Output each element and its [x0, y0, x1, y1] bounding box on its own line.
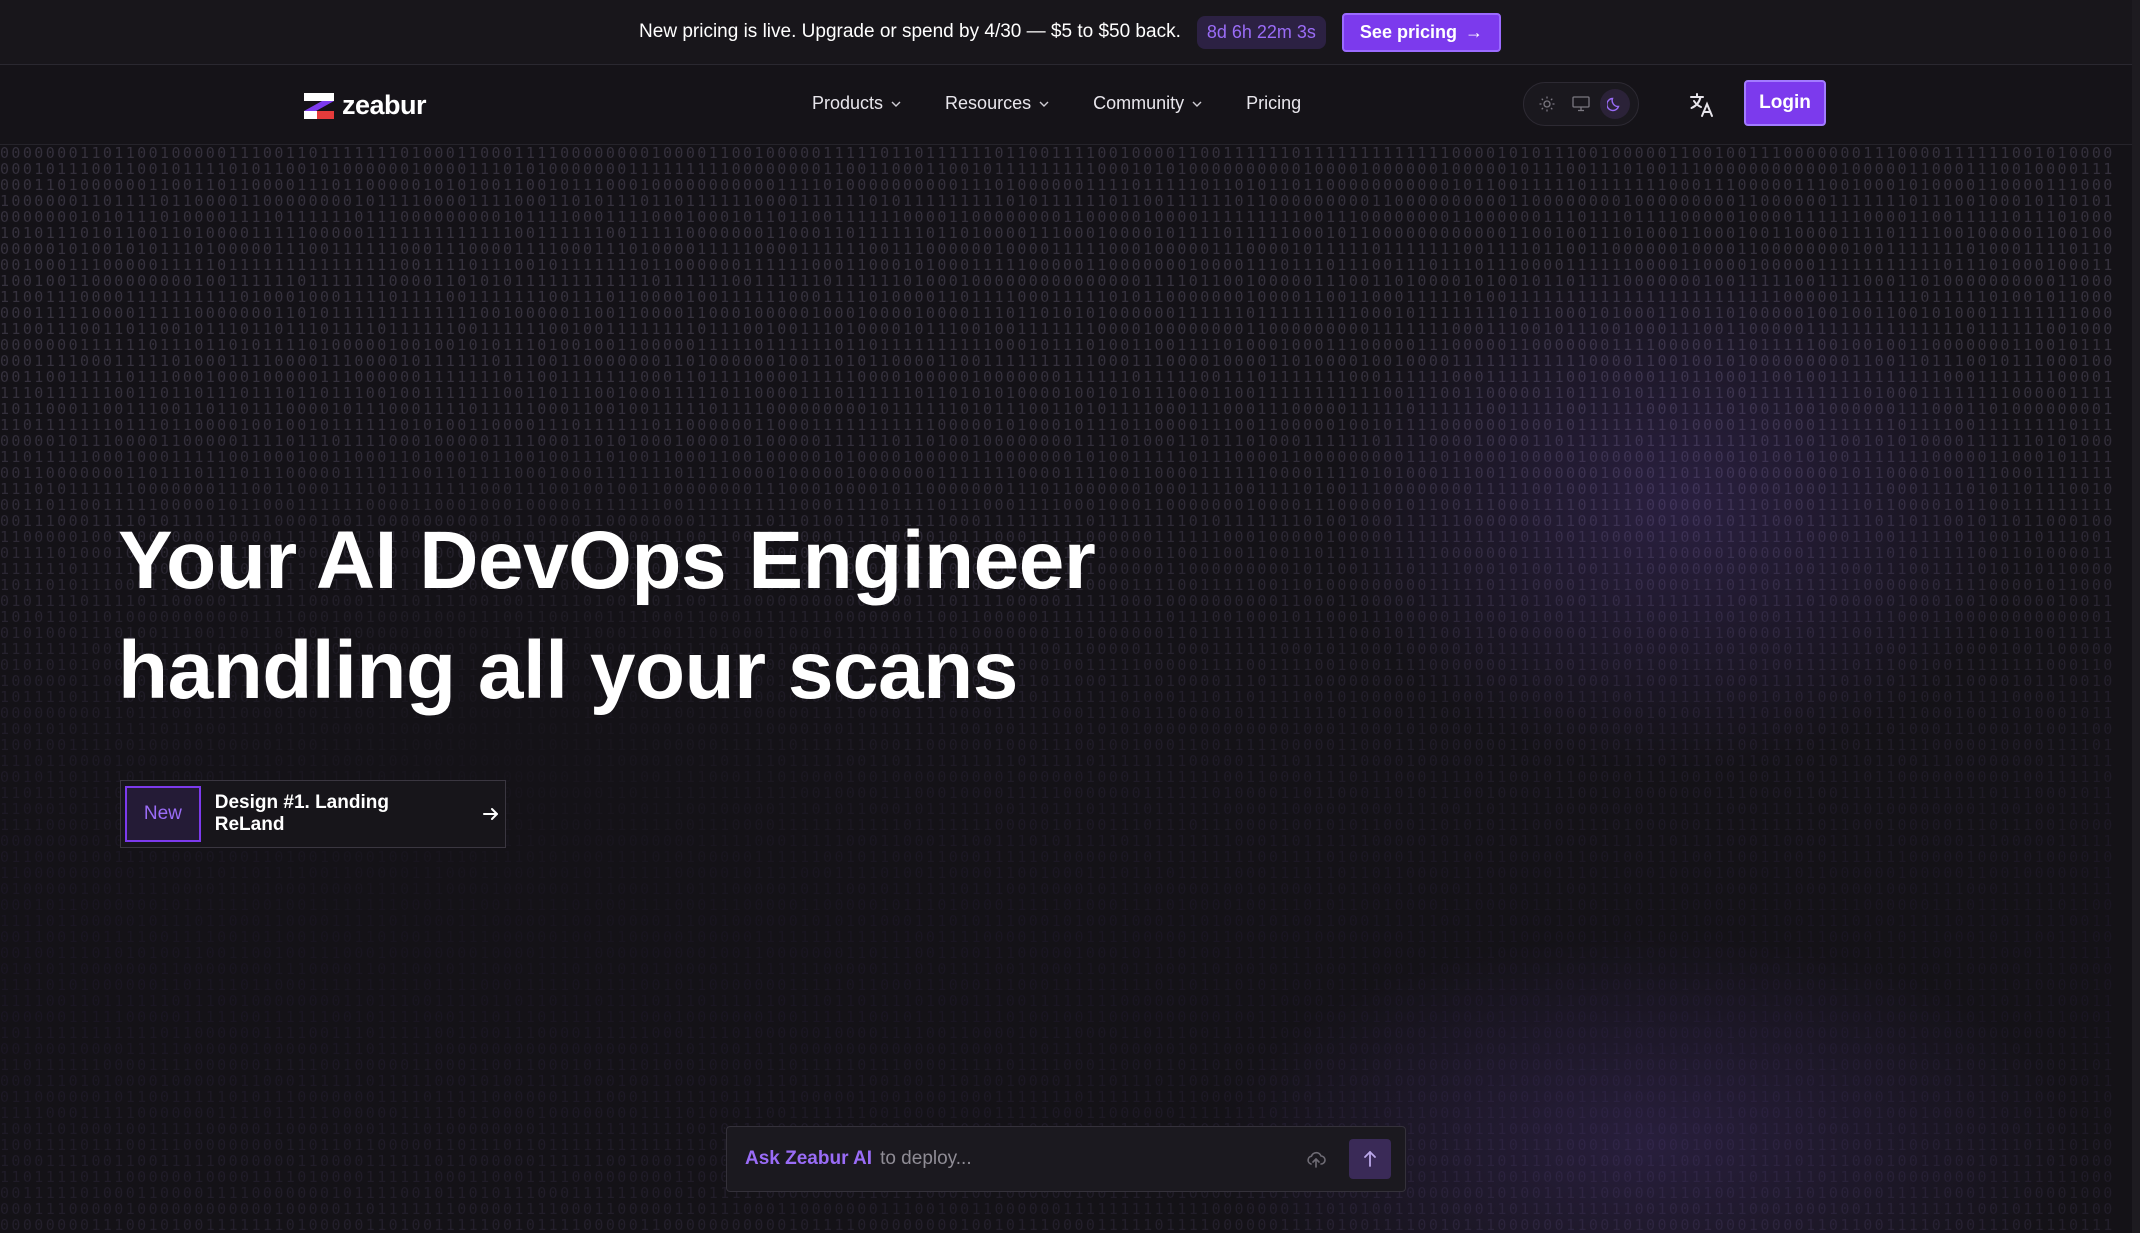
announcement-bar: New pricing is live. Upgrade or spend by…: [0, 0, 2140, 65]
ask-ai-box: Ask Zeabur AI: [726, 1126, 1406, 1192]
nav-pricing-label: Pricing: [1246, 93, 1302, 113]
binary-row: 0000000110110010000011100110111111101000…: [0, 145, 2115, 162]
binary-row: 1110110000100000001111110101100001001000…: [0, 752, 2115, 770]
nav-pricing[interactable]: Pricing: [1246, 93, 1301, 114]
sun-icon: [1539, 96, 1555, 112]
zeabur-logo[interactable]: zeabur: [304, 90, 427, 121]
binary-row: 1111010100000011011110110001111111111011…: [0, 976, 2115, 994]
binary-row: 0110000100111010000100110100100001001011…: [0, 848, 2115, 866]
binary-row: 0100000100111110000111010001000011101110…: [0, 880, 2115, 898]
nav-resources-label: Resources: [945, 93, 1032, 113]
announcement-message: New pricing is live. Upgrade or spend by…: [639, 21, 1181, 42]
binary-row: 1111011000001011101100011000011111011000…: [0, 912, 2115, 930]
binary-row: 0010011101010100110011001001110001000000…: [0, 944, 2115, 962]
binary-row: 0000001111100000111110011111100101111000…: [0, 1008, 2115, 1026]
binary-row: 1110101111110000000111001100011110111111…: [0, 480, 2115, 498]
monitor-icon: [1572, 96, 1590, 112]
binary-row: 0001111000111110100011110000111000010111…: [0, 352, 2115, 370]
binary-row: 1101111110000111100000011111001000001100…: [0, 1056, 2115, 1074]
theme-system-option[interactable]: [1566, 89, 1596, 119]
see-pricing-button[interactable]: See pricing →: [1341, 12, 1501, 52]
binary-row: 0011001001111001111001011001000110100111…: [0, 928, 2115, 946]
news-text: Design #1. Landing ReLand: [214, 792, 389, 835]
binary-row: 0000010111000011000001111011101111000100…: [0, 432, 2115, 450]
ask-prefix: Ask Zeabur AI: [745, 1148, 873, 1169]
binary-row: 1011000110011100110110111000010111000111…: [0, 400, 2115, 418]
chevron-down-icon: [1039, 101, 1049, 107]
login-label: Login: [1759, 92, 1811, 113]
chevron-down-icon: [891, 101, 901, 107]
see-pricing-label: See pricing: [1359, 21, 1457, 42]
headline-line-1: Your AI DevOps Engineer: [118, 515, 1096, 606]
binary-row: 0000000011100101001111111010000011010011…: [0, 1216, 2115, 1233]
moon-icon: [1607, 97, 1620, 112]
binary-row: 1001001111001000001000001100111111110001…: [0, 736, 2115, 754]
binary-row: 0001011000000010111111001001111111100011…: [0, 896, 2115, 914]
countdown-timer: 8d 6h 22m 3s: [1196, 15, 1326, 49]
arrow-right-icon: →: [1464, 21, 1483, 42]
theme-light-option[interactable]: [1532, 89, 1562, 119]
nav-products[interactable]: Products: [812, 93, 901, 114]
binary-row: 0001111100001111100000001101011111111111…: [0, 304, 2115, 322]
hero-headline: Your AI DevOps Engineer handling all you…: [118, 506, 1218, 726]
binary-row: 0000000111111011101101011110100000100100…: [0, 336, 2115, 354]
zeabur-logo-icon: [304, 92, 334, 119]
binary-row: 1111000111110000000111101111100000011111…: [0, 1104, 2115, 1122]
binary-row: 0110000001011001111101011100000001111011…: [0, 1088, 2115, 1106]
binary-row: 0001110101000010000001100011111101111100…: [0, 1072, 2115, 1090]
top-navbar: zeabur Products Resources Community Pric…: [0, 65, 2140, 145]
nav-resources[interactable]: Resources: [945, 93, 1049, 114]
page-scrollbar[interactable]: [2132, 0, 2140, 1233]
main-menu: Products Resources Community Pricing: [812, 93, 1301, 114]
binary-row: 0011001111101110001000100000111000000111…: [0, 368, 2115, 386]
binary-row: 1101111111011101100001001001011111101010…: [0, 416, 2115, 434]
logo-text: zeabur: [342, 90, 427, 120]
binary-row: 0000010100101011101000001110011111100011…: [0, 240, 2115, 258]
binary-row: 0001101000000110011011000011101100000101…: [0, 176, 2115, 194]
binary-row: 0010001110000011111011111111111111100111…: [0, 256, 2115, 274]
binary-row: 0001110000010000000000001000001101111111…: [0, 1200, 2115, 1218]
send-button[interactable]: [1349, 1139, 1391, 1179]
binary-row: 1111001101111110111001000000001101110011…: [0, 992, 2115, 1010]
binary-row: 0101011000000011000000001110000110110010…: [0, 960, 2115, 978]
binary-row: 1100111000011111111110100010001111011110…: [0, 288, 2115, 306]
binary-row: 1110111111001101101110111011011100100111…: [0, 384, 2115, 402]
binary-row: 1101111100010001111100100010011000110100…: [0, 448, 2115, 466]
binary-row: 1010111010110011010000111110000011111111…: [0, 224, 2115, 242]
nav-community-label: Community: [1093, 93, 1185, 113]
binary-row: 1011111111111101100000011110011101111100…: [0, 1024, 2115, 1042]
news-link[interactable]: New Design #1. Landing ReLand: [120, 780, 506, 848]
binary-row: 0010001000011111000000100000011101111100…: [0, 1040, 2115, 1058]
theme-dark-option[interactable]: [1600, 89, 1630, 119]
translate-icon[interactable]: [1688, 91, 1716, 119]
binary-row: 0000000101011101000011110111111011100000…: [0, 208, 2115, 226]
arrow-right-icon: [483, 808, 499, 820]
binary-row: 1100111001101100101110110111011110111111…: [0, 320, 2115, 338]
nav-community[interactable]: Community: [1093, 93, 1202, 114]
binary-row: 0001011100110010111101011001010000001000…: [0, 160, 2115, 178]
chevron-down-icon: [1192, 101, 1202, 107]
login-button[interactable]: Login: [1744, 80, 1826, 126]
binary-row: 1001001100000000010011111101111111000011…: [0, 272, 2115, 290]
new-badge: New: [125, 786, 201, 842]
binary-row: 0011000000011011101110111000001111110011…: [0, 464, 2115, 482]
theme-toggle: [1523, 82, 1639, 126]
upload-cloud-icon[interactable]: [1305, 1148, 1327, 1170]
nav-products-label: Products: [812, 93, 884, 113]
arrow-up-icon: [1364, 1151, 1376, 1167]
ask-input[interactable]: [878, 1147, 1305, 1171]
binary-row: 1000000110111101100001100000000101111000…: [0, 192, 2115, 210]
headline-line-2: handling all your scans: [118, 625, 1018, 716]
binary-row: 1100000000001100011011011110011000001110…: [0, 864, 2115, 882]
